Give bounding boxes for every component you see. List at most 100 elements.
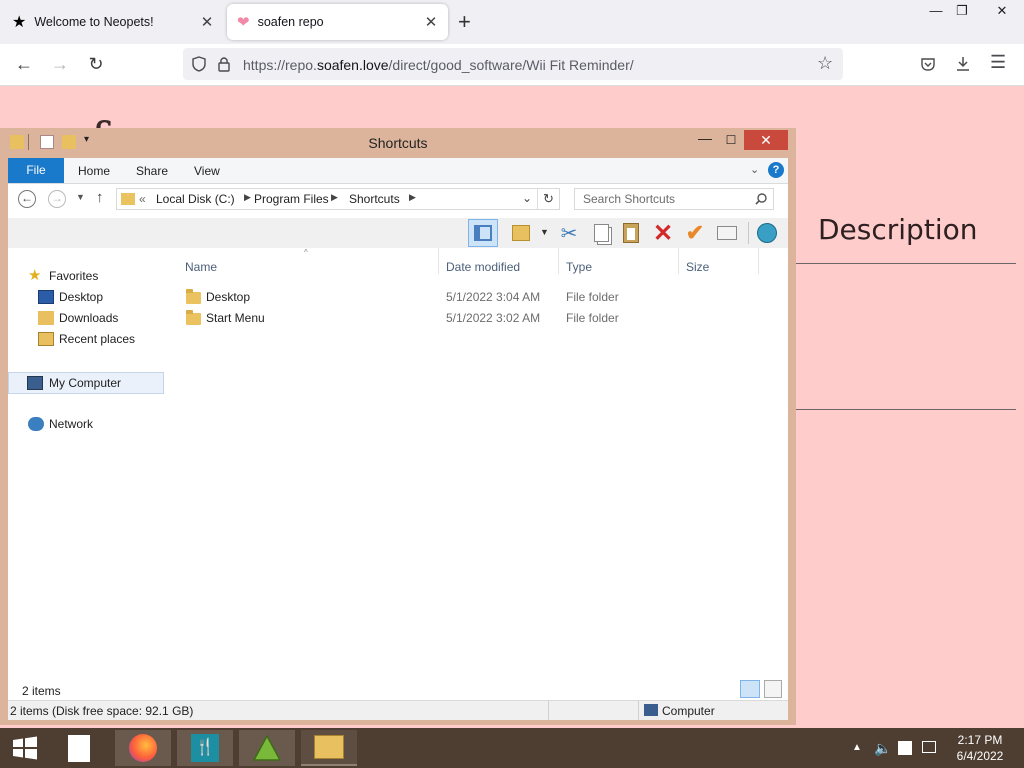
close-tab-icon[interactable]: ✕: [200, 13, 214, 31]
nav-desktop[interactable]: Desktop: [8, 287, 158, 307]
computer-icon: [644, 704, 658, 716]
window-title: Shortcuts: [368, 135, 428, 151]
column-divider[interactable]: [758, 248, 759, 274]
nav-downloads[interactable]: Downloads: [8, 308, 158, 328]
column-header-size[interactable]: Size: [686, 260, 709, 274]
file-explorer-icon: [314, 735, 344, 759]
cut-icon[interactable]: ✂: [556, 220, 582, 246]
column-header-date[interactable]: Date modified: [446, 260, 520, 274]
rename-icon[interactable]: ✔: [682, 220, 708, 246]
breadcrumb-program-files[interactable]: Program Files: [254, 192, 329, 206]
column-divider[interactable]: [678, 248, 679, 274]
ribbon-home-tab[interactable]: Home: [78, 158, 110, 183]
search-icon[interactable]: [755, 193, 767, 205]
tab-title: Welcome to Neopets!: [34, 15, 154, 29]
file-name[interactable]: Start Menu: [206, 311, 265, 325]
url-bar[interactable]: https://repo.soafen.love/direct/good_sof…: [183, 48, 843, 80]
breadcrumb-shortcuts[interactable]: Shortcuts: [349, 192, 400, 206]
action-center-icon[interactable]: [898, 741, 912, 755]
firefox-taskbar-button[interactable]: [115, 730, 171, 766]
preview-pane-icon[interactable]: [468, 219, 498, 247]
large-icons-view-icon[interactable]: [764, 680, 782, 698]
search-input[interactable]: Search Shortcuts: [574, 188, 774, 210]
ribbon-view-tab[interactable]: View: [194, 158, 220, 183]
copy-icon[interactable]: [588, 220, 614, 246]
forward-button[interactable]: →: [48, 190, 66, 208]
forward-button[interactable]: →: [48, 52, 72, 76]
globe-icon[interactable]: [754, 220, 780, 246]
recent-locations-icon[interactable]: ▼: [76, 192, 85, 202]
restore-button[interactable]: ❐: [942, 0, 982, 22]
address-dropdown-icon[interactable]: ⌄: [522, 191, 532, 205]
ribbon-file-tab[interactable]: File: [8, 158, 64, 183]
close-window-button[interactable]: ✕: [982, 0, 1022, 22]
file-name[interactable]: Desktop: [206, 290, 250, 304]
customize-qat-icon[interactable]: ▾: [84, 134, 89, 145]
windows-logo-icon[interactable]: [12, 736, 38, 760]
column-header-type[interactable]: Type: [566, 260, 592, 274]
properties-icon[interactable]: [40, 135, 54, 149]
new-folder-icon[interactable]: [62, 135, 76, 149]
close-tab-icon[interactable]: ✕: [424, 13, 438, 31]
explorer-body: File Home Share View ⌄ ? ← → ▼ ↑ « Local…: [8, 158, 788, 720]
column-divider[interactable]: [438, 248, 439, 274]
status-location: Computer: [662, 704, 715, 718]
expand-ribbon-icon[interactable]: ⌄: [750, 163, 759, 176]
nav-favorites[interactable]: ★ Favorites: [8, 266, 158, 286]
new-document-icon[interactable]: [68, 735, 90, 762]
clock-date: 6/4/2022: [956, 749, 1004, 763]
breadcrumb-arrow-icon[interactable]: ▶: [409, 192, 416, 203]
tab-soafen-repo[interactable]: ❤ soafen repo ✕: [227, 4, 448, 40]
reload-button[interactable]: ↻: [84, 52, 108, 76]
nav-recent-places[interactable]: Recent places: [8, 329, 158, 349]
network-icon: [28, 417, 44, 431]
volume-muted-icon[interactable]: 🔈: [874, 740, 891, 757]
bookmark-star-icon[interactable]: ☆: [817, 53, 833, 74]
downloads-icon[interactable]: [955, 55, 971, 73]
lock-icon[interactable]: [217, 56, 231, 72]
network-status-icon[interactable]: [922, 741, 936, 753]
dropdown-arrow-icon[interactable]: ▼: [540, 227, 549, 237]
breadcrumb-arrow-icon[interactable]: ▶: [331, 192, 338, 203]
green-triangle-app-icon: [252, 734, 282, 761]
system-clock[interactable]: 2:17 PM 6/4/2022: [940, 732, 1020, 764]
breadcrumb-arrow-icon[interactable]: ▶: [244, 192, 251, 203]
back-button[interactable]: ←: [12, 52, 36, 76]
minimize-button[interactable]: —: [693, 130, 717, 150]
file-row[interactable]: Start Menu 5/1/2022 3:02 AM File folder: [180, 309, 780, 329]
shield-icon[interactable]: [191, 56, 207, 72]
column-header-name[interactable]: Name: [185, 260, 217, 274]
ribbon-share-tab[interactable]: Share: [136, 158, 168, 183]
folder-icon[interactable]: [10, 135, 24, 149]
close-button[interactable]: ✕: [744, 130, 788, 150]
help-icon[interactable]: ?: [768, 162, 784, 178]
paste-icon[interactable]: [618, 220, 644, 246]
up-button[interactable]: ↑: [96, 189, 104, 206]
tab-neopets[interactable]: ★ Welcome to Neopets! ✕: [2, 4, 224, 40]
refresh-icon[interactable]: ↻: [543, 191, 554, 207]
explorer-taskbar-button[interactable]: [301, 730, 357, 766]
menu-icon[interactable]: ☰: [990, 52, 1006, 73]
ribbon: File Home Share View ⌄ ?: [8, 158, 788, 184]
nav-my-computer[interactable]: My Computer: [8, 372, 164, 394]
overflow-chevron-icon[interactable]: «: [139, 192, 146, 206]
address-bar[interactable]: « Local Disk (C:) ▶ Program Files ▶ Shor…: [116, 188, 560, 210]
url-text[interactable]: https://repo.soafen.love/direct/good_sof…: [243, 57, 634, 73]
start-button[interactable]: [12, 736, 38, 760]
show-hidden-icons-icon[interactable]: ▲: [852, 742, 862, 753]
maximize-button[interactable]: ☐: [719, 130, 743, 150]
file-row[interactable]: Desktop 5/1/2022 3:04 AM File folder: [180, 288, 780, 308]
details-view-icon[interactable]: [740, 680, 760, 698]
breadcrumb-local-disk[interactable]: Local Disk (C:): [156, 192, 235, 206]
divider: [748, 222, 749, 244]
pocket-icon[interactable]: [920, 56, 936, 72]
open-folder-icon[interactable]: [508, 220, 534, 246]
nav-network[interactable]: Network: [8, 414, 158, 434]
column-divider[interactable]: [558, 248, 559, 274]
delete-icon[interactable]: ✕: [650, 220, 676, 247]
back-button[interactable]: ←: [18, 190, 36, 208]
app-taskbar-button[interactable]: [239, 730, 295, 766]
new-tab-button[interactable]: +: [458, 10, 471, 34]
properties-icon[interactable]: [714, 220, 740, 246]
app-taskbar-button[interactable]: 🍴: [177, 730, 233, 766]
